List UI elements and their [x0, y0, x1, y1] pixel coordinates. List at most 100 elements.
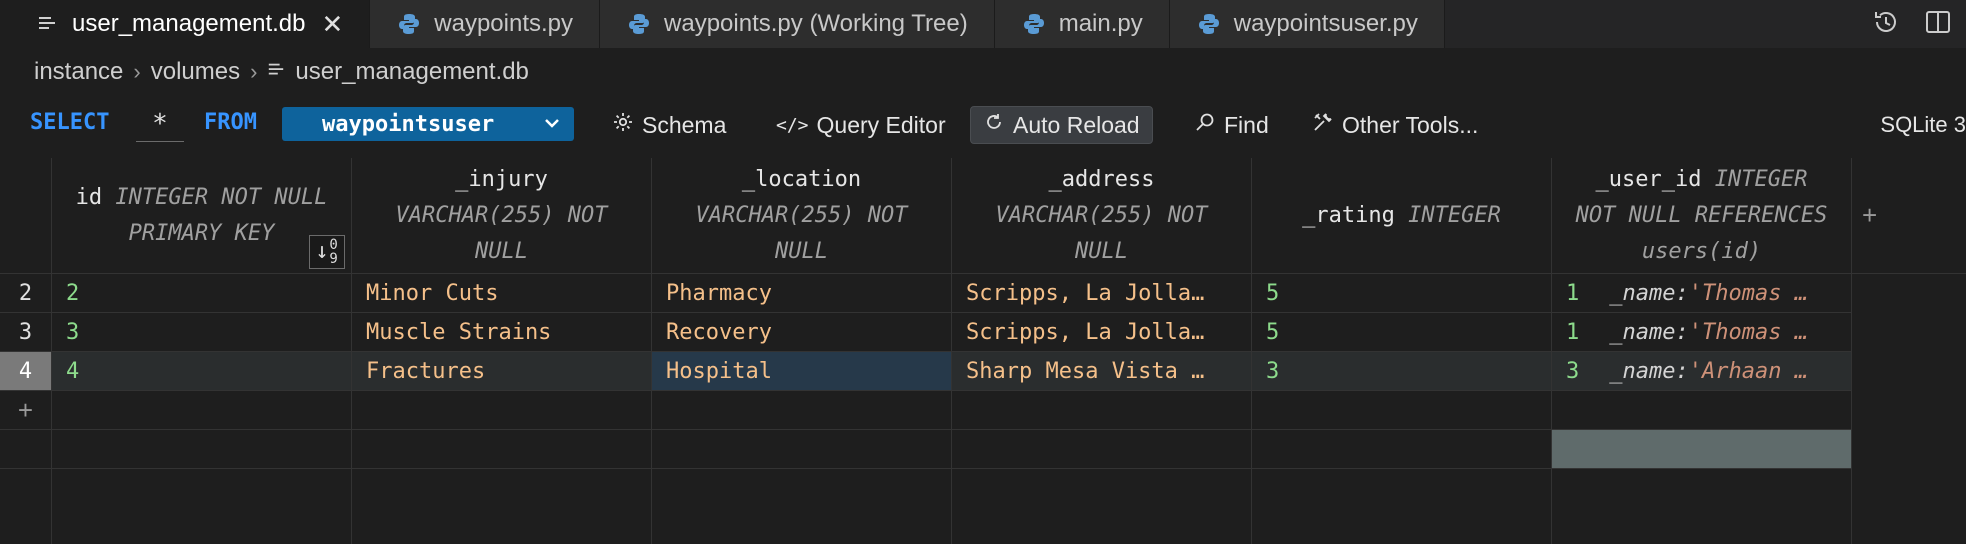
table-cell[interactable]: 4 — [52, 352, 352, 391]
sort-icon[interactable]: ↓ 0 9 — [309, 235, 345, 269]
table-cell[interactable]: Sharp Mesa Vista … — [952, 352, 1252, 391]
auto-reload-label: Auto Reload — [1013, 111, 1140, 138]
table-cell[interactable]: Recovery — [652, 313, 952, 352]
empty-cell — [652, 469, 952, 544]
split-editor-icon[interactable] — [1924, 8, 1952, 41]
empty-cell — [1252, 469, 1552, 544]
empty-cell — [352, 469, 652, 544]
add-column-button[interactable]: + — [1852, 158, 1966, 274]
arrow-down-icon: ↓ — [315, 239, 329, 264]
fk-value: 'Arhaan … — [1688, 358, 1808, 384]
breadcrumb-item[interactable]: volumes — [151, 58, 240, 86]
empty-cell — [652, 430, 952, 469]
table-cell[interactable]: Pharmacy — [652, 274, 952, 313]
empty-cell — [1552, 391, 1852, 430]
column-name: _address — [1048, 166, 1155, 192]
column-type: INTEGER NOT NULL — [115, 184, 328, 210]
empty-cell — [52, 469, 352, 544]
engine-label: SQLite 3 — [1880, 112, 1966, 137]
column-name: _rating — [1302, 202, 1395, 228]
empty-cell — [952, 391, 1252, 430]
schema-button[interactable]: Schema — [600, 106, 738, 144]
selection-highlight — [1552, 430, 1852, 469]
table-cell[interactable]: Scripps, La Jolla… — [952, 313, 1252, 352]
editor-tab-bar: user_management.db ✕ waypoints.py waypoi… — [0, 0, 1966, 48]
column-header-text: _user_id INTEGER — [1596, 162, 1808, 198]
column-type: INTEGER — [1714, 166, 1808, 192]
columns-input[interactable]: * — [136, 106, 184, 142]
history-icon[interactable] — [1872, 8, 1900, 41]
table-cell[interactable]: Muscle Strains — [352, 313, 652, 352]
column-type: VARCHAR(255) NOT — [995, 202, 1208, 228]
python-icon — [1023, 13, 1045, 35]
row-number[interactable]: 3 — [0, 313, 52, 352]
row-number[interactable]: 4 — [0, 352, 52, 391]
breadcrumb-item[interactable]: instance — [34, 58, 123, 86]
empty-cell — [352, 391, 652, 430]
table-cell[interactable]: Fractures — [352, 352, 652, 391]
row-number[interactable]: 2 — [0, 274, 52, 313]
column-header-location[interactable]: _location VARCHAR(255) NOT NULL — [652, 158, 952, 274]
column-type: NULL — [775, 238, 828, 264]
empty-cell — [0, 430, 52, 469]
other-tools-button[interactable]: Other Tools... — [1300, 106, 1490, 144]
tab-main-py[interactable]: main.py — [994, 0, 1170, 48]
tab-user-management-db[interactable]: user_management.db ✕ — [0, 0, 371, 48]
table-cell[interactable]: 3 — [1252, 352, 1552, 391]
fk-id: 1 — [1566, 280, 1580, 306]
find-button[interactable]: Find — [1182, 106, 1281, 144]
table-select[interactable]: waypointsuser — [282, 107, 574, 141]
column-type: NOT NULL REFERENCES — [1575, 202, 1828, 228]
empty-cell — [1252, 391, 1552, 430]
table-cell[interactable]: Scripps, La Jolla… — [952, 274, 1252, 313]
tools-icon — [1312, 111, 1334, 139]
search-icon — [1194, 111, 1216, 139]
empty-cell — [952, 430, 1252, 469]
empty-cell — [652, 391, 952, 430]
column-header-injury[interactable]: _injury VARCHAR(255) NOT NULL — [352, 158, 652, 274]
table-cell[interactable]: Hospital — [652, 352, 952, 391]
table-cell[interactable]: 3 — [52, 313, 352, 352]
python-icon — [1198, 13, 1220, 35]
empty-cell — [1252, 430, 1552, 469]
empty-cell — [1552, 469, 1852, 544]
from-keyword: FROM — [204, 110, 257, 135]
table-select-value: waypointsuser — [322, 111, 495, 137]
table-cell[interactable]: 1 _name: 'Thomas … — [1552, 274, 1852, 313]
list-icon — [36, 13, 58, 35]
tab-waypointsuser-py[interactable]: waypointsuser.py — [1169, 0, 1445, 48]
column-type: NULL — [1075, 238, 1128, 264]
table-cell[interactable]: 5 — [1252, 274, 1552, 313]
breadcrumb: instance › volumes › user_management.db — [34, 56, 529, 88]
list-icon — [267, 58, 285, 86]
table-cell[interactable]: 2 — [52, 274, 352, 313]
python-icon — [628, 13, 650, 35]
auto-reload-toggle[interactable]: Auto Reload — [970, 106, 1153, 144]
table-cell[interactable]: Minor Cuts — [352, 274, 652, 313]
fk-key: _name: — [1609, 319, 1689, 345]
column-header-id[interactable]: id INTEGER NOT NULL PRIMARY KEY ↓ 0 9 — [52, 158, 352, 274]
breadcrumb-item[interactable]: user_management.db — [295, 58, 528, 86]
query-editor-label: Query Editor — [816, 111, 946, 138]
column-name: _injury — [455, 166, 548, 192]
column-header-text: _rating INTEGER — [1302, 198, 1501, 234]
tab-waypoints-py[interactable]: waypoints.py — [370, 0, 601, 48]
add-row-button[interactable]: + — [0, 391, 52, 430]
empty-cell — [52, 391, 352, 430]
query-editor-button[interactable]: </> Query Editor — [764, 106, 958, 144]
chevron-down-icon — [542, 113, 562, 139]
table-cell[interactable]: 1 _name: 'Thomas … — [1552, 313, 1852, 352]
gear-icon — [612, 111, 634, 139]
fk-key: _name: — [1609, 358, 1689, 384]
column-header-user-id[interactable]: _user_id INTEGER NOT NULL REFERENCES use… — [1552, 158, 1852, 274]
find-label: Find — [1224, 111, 1269, 138]
table-cell[interactable]: 3 _name: 'Arhaan … — [1552, 352, 1852, 391]
column-type: PRIMARY KEY — [128, 220, 275, 246]
empty-cell — [352, 430, 652, 469]
chevron-right-icon: › — [133, 59, 141, 84]
column-header-address[interactable]: _address VARCHAR(255) NOT NULL — [952, 158, 1252, 274]
column-header-rating[interactable]: _rating INTEGER — [1252, 158, 1552, 274]
tab-waypoints-py-working-tree[interactable]: waypoints.py (Working Tree) — [600, 0, 995, 48]
close-icon[interactable]: ✕ — [321, 9, 343, 40]
table-cell[interactable]: 5 — [1252, 313, 1552, 352]
